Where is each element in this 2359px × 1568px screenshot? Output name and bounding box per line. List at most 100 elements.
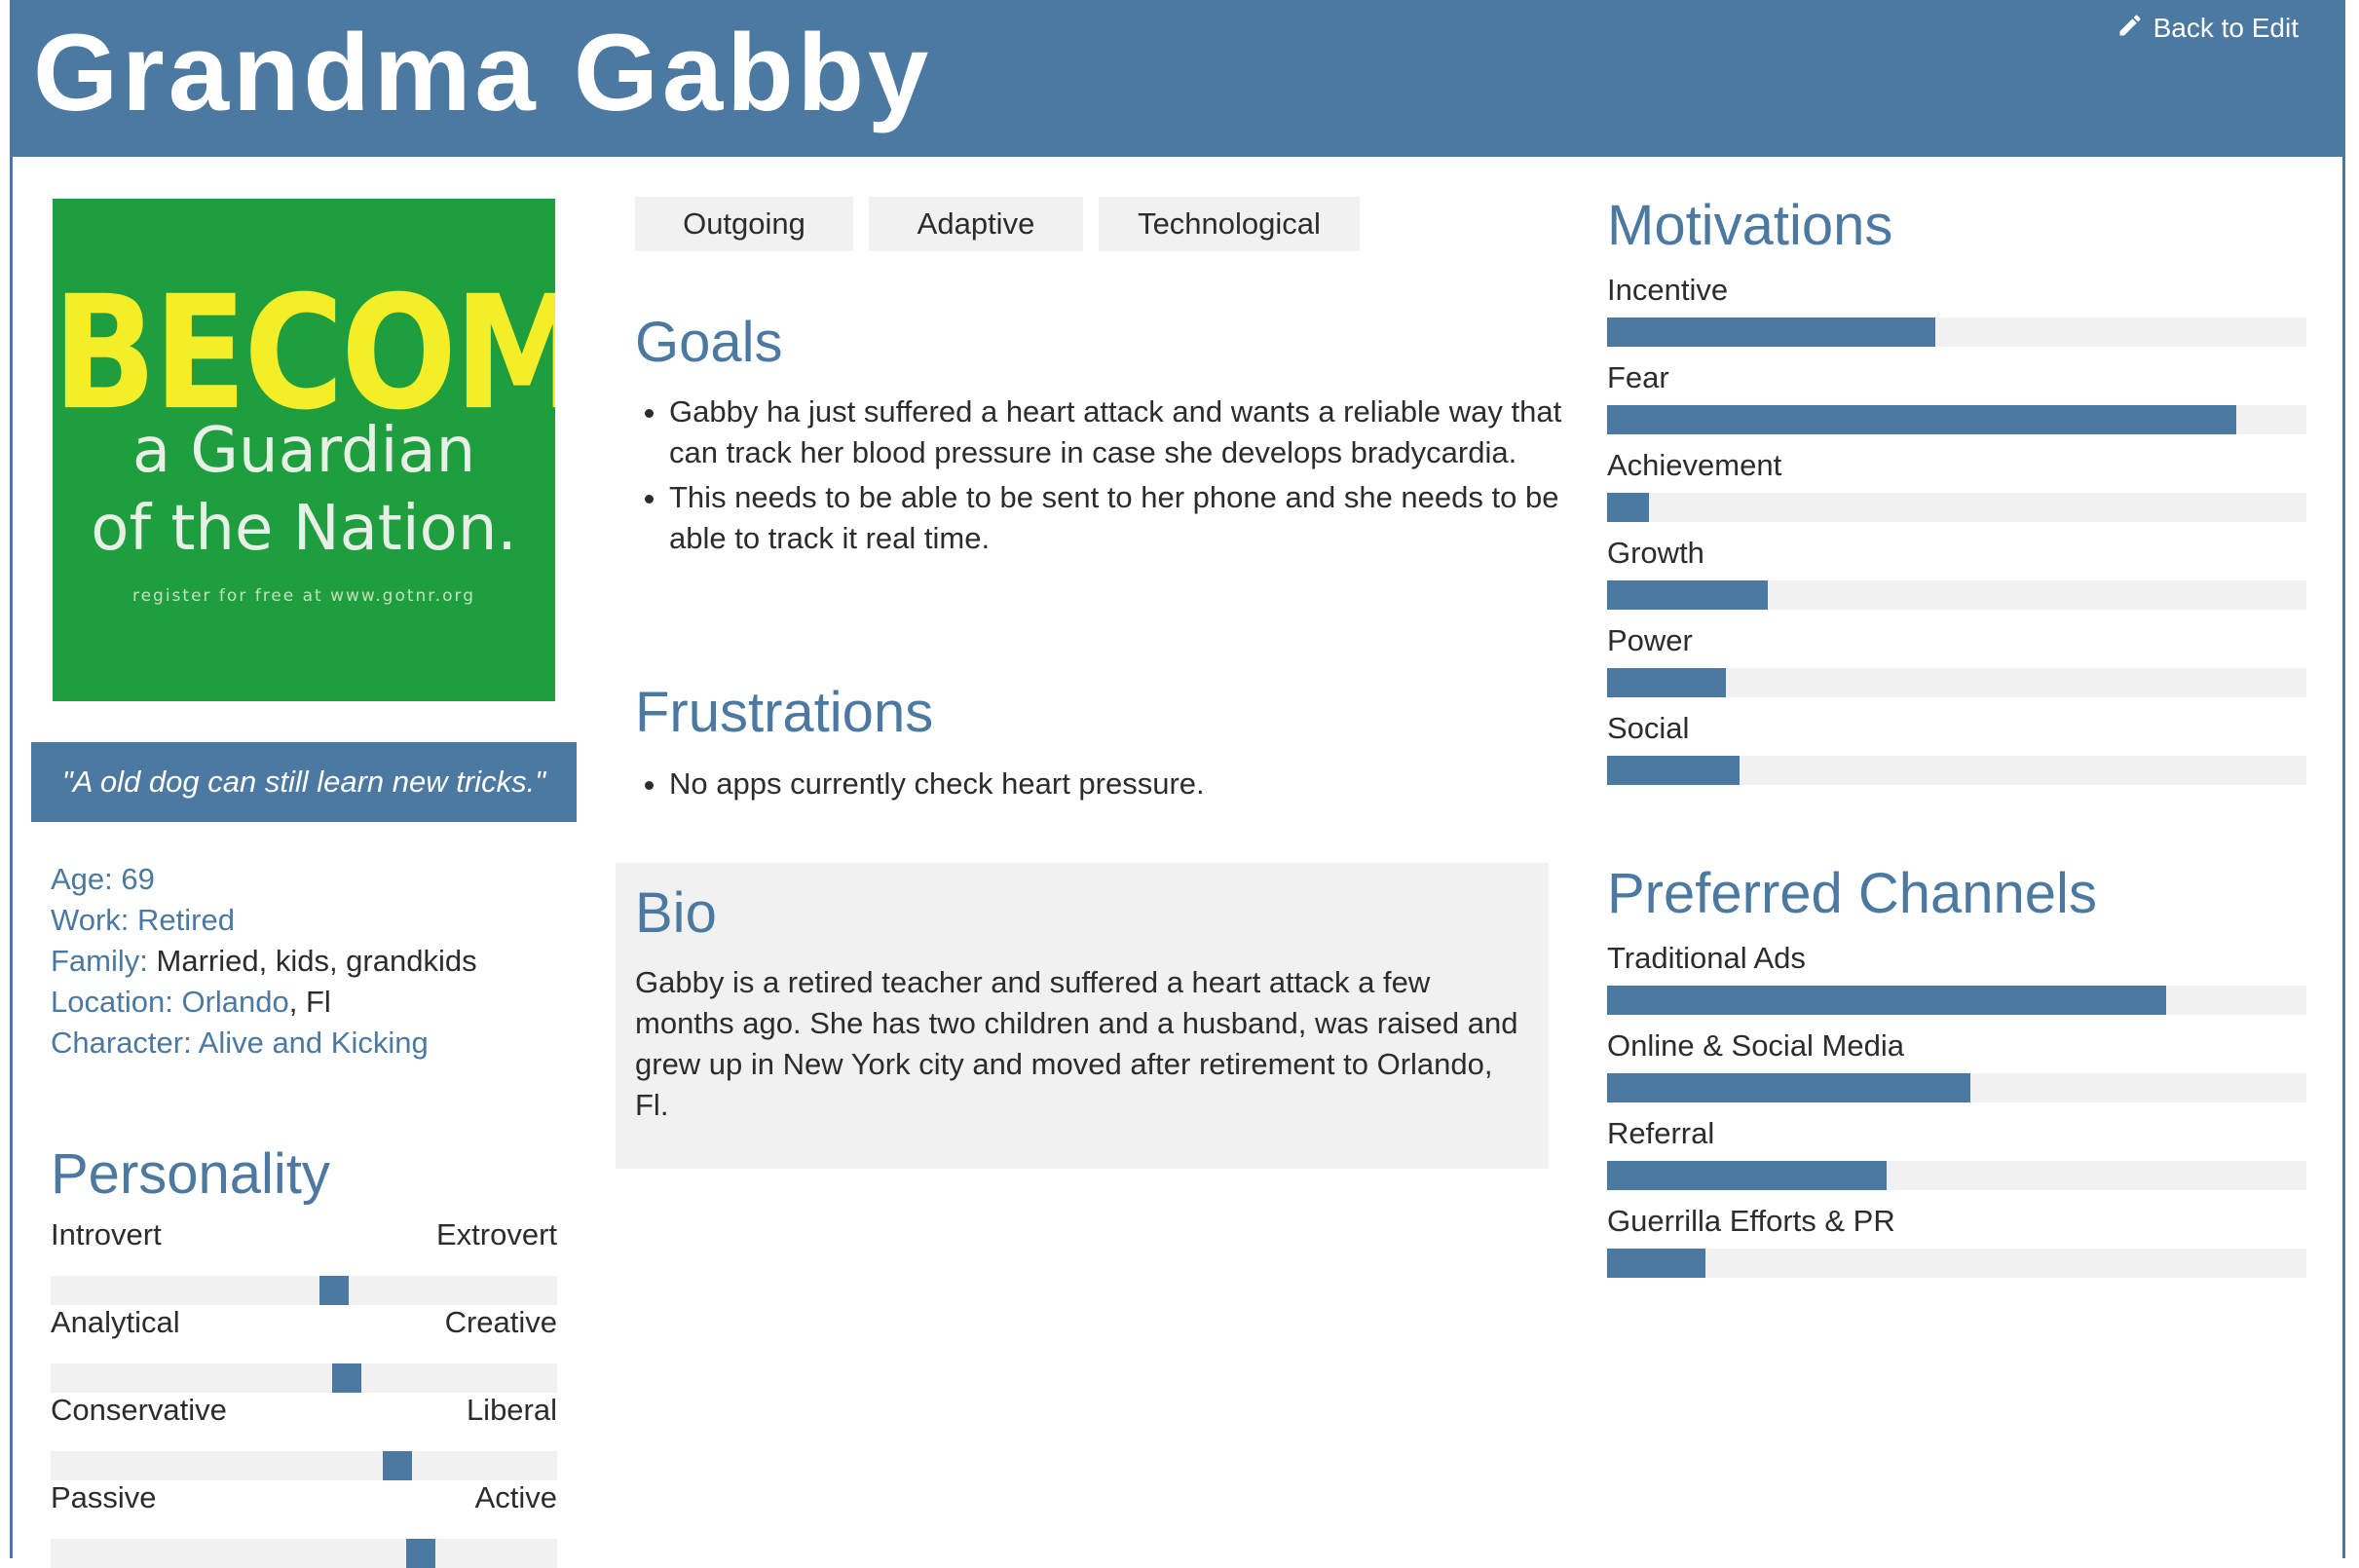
fact-age-value: 69 <box>121 862 155 896</box>
trait-left-label: Analytical <box>51 1305 180 1339</box>
motivation-fill <box>1607 756 1741 785</box>
motivation-fill <box>1607 493 1650 522</box>
personality-row: Passive Active <box>51 1480 557 1568</box>
fact-location: Location: Orlando, Fl <box>51 982 577 1023</box>
motivation-fill <box>1607 580 1769 610</box>
trait-left-label: Passive <box>51 1480 157 1514</box>
motivation-track <box>1607 493 2306 522</box>
channel-label: Online & Social Media <box>1607 1028 1904 1063</box>
motivation-track <box>1607 405 2306 434</box>
motivation-track <box>1607 668 2306 697</box>
trait-slider-thumb <box>383 1451 413 1480</box>
trait-slider-track <box>51 1539 557 1568</box>
motivation-label: Social <box>1607 711 1690 745</box>
channel-row: Traditional Ads <box>1607 939 2306 1015</box>
list-item: Gabby ha just suffered a heart attack an… <box>669 392 1594 473</box>
photo-small-text: register for free at www.gotnr.org <box>131 586 476 606</box>
channel-fill <box>1607 986 2167 1015</box>
motivation-label: Growth <box>1607 536 1704 570</box>
motivation-track <box>1607 756 2306 785</box>
trait-right-label: Extrovert <box>435 1217 557 1251</box>
personality-heading: Personality <box>51 1142 330 1206</box>
persona-facts: Age: 69 Work: Retired Family: Married, k… <box>51 859 577 1064</box>
frustrations-list: No apps currently check heart pressure. <box>635 764 1594 808</box>
fact-location-key: Location: <box>51 985 173 1019</box>
motivation-fill <box>1607 405 2237 434</box>
fact-family-key: Family: <box>51 944 148 978</box>
trait-left-label: Conservative <box>51 1393 227 1427</box>
motivation-row: Fear <box>1607 358 2306 434</box>
personality-row: Analytical Creative <box>51 1305 557 1393</box>
channel-label: Referral <box>1607 1116 1715 1150</box>
motivation-row: Social <box>1607 709 2306 785</box>
channel-fill <box>1607 1249 1705 1278</box>
pencil-icon <box>2116 12 2144 46</box>
personality-row: Conservative Liberal <box>51 1393 557 1480</box>
fact-location-state: , Fl <box>288 985 331 1019</box>
header-bar: Grandma Gabby Back to Edit <box>10 0 2345 157</box>
motivation-label: Power <box>1607 623 1693 657</box>
channel-track <box>1607 1073 2306 1102</box>
fact-family-value: Married, kids, grandkids <box>156 944 477 978</box>
photo-line-2: a Guardian <box>131 415 476 487</box>
motivation-track <box>1607 317 2306 347</box>
fact-character-value: Alive and Kicking <box>198 1026 429 1060</box>
bio-heading: Bio <box>635 881 717 945</box>
persona-name: Grandma Gabby <box>33 12 933 133</box>
channel-fill <box>1607 1073 1971 1102</box>
fact-age: Age: 69 <box>51 859 577 900</box>
trait-slider-track <box>51 1451 557 1480</box>
fact-work: Work: Retired <box>51 900 577 941</box>
motivation-track <box>1607 580 2306 610</box>
motivation-label: Fear <box>1607 360 1669 394</box>
persona-photo: BECOME a Guardian of the Nation. registe… <box>53 199 555 701</box>
trait-slider-thumb <box>319 1276 350 1305</box>
trait-slider-track <box>51 1363 557 1393</box>
channel-track <box>1607 1161 2306 1190</box>
motivation-row: Incentive <box>1607 271 2306 347</box>
trait-right-label: Liberal <box>466 1393 557 1427</box>
frustrations-heading: Frustrations <box>635 681 934 744</box>
list-item: No apps currently check heart pressure. <box>669 764 1594 804</box>
trait-right-label: Active <box>474 1480 557 1514</box>
motivation-row: Achievement <box>1607 446 2306 522</box>
tag-chip: Outgoing <box>635 197 853 251</box>
motivation-fill <box>1607 668 1727 697</box>
motivation-label: Achievement <box>1607 448 1782 482</box>
list-item: This needs to be able to be sent to her … <box>669 477 1594 559</box>
fact-work-key: Work: <box>51 903 130 937</box>
fact-location-city: Orlando <box>181 985 289 1019</box>
channel-track <box>1607 986 2306 1015</box>
fact-character: Character: Alive and Kicking <box>51 1023 577 1064</box>
motivation-row: Growth <box>1607 534 2306 610</box>
channel-row: Referral <box>1607 1114 2306 1190</box>
persona-quote: "A old dog can still learn new tricks." <box>31 742 577 822</box>
bio-text: Gabby is a retired teacher and suffered … <box>635 965 1518 1122</box>
channel-label: Guerrilla Efforts & PR <box>1607 1204 1895 1238</box>
channel-track <box>1607 1249 2306 1278</box>
motivations-heading: Motivations <box>1607 194 1893 257</box>
fact-family: Family: Married, kids, grandkids <box>51 941 577 982</box>
motivation-fill <box>1607 317 1936 347</box>
channel-fill <box>1607 1161 1888 1190</box>
photo-line-3: of the Nation. <box>91 493 517 565</box>
tag-chip: Technological <box>1099 197 1360 251</box>
goals-heading: Goals <box>635 311 783 374</box>
tag-chip: Adaptive <box>869 197 1083 251</box>
trait-slider-track <box>51 1276 557 1305</box>
back-to-edit-label: Back to Edit <box>2153 13 2299 43</box>
personality-row: Introvert Extrovert <box>51 1217 557 1305</box>
preferred-channels-heading: Preferred Channels <box>1607 862 2097 925</box>
goals-list: Gabby ha just suffered a heart attack an… <box>635 392 1594 563</box>
trait-slider-thumb <box>332 1363 362 1393</box>
back-to-edit-button[interactable]: Back to Edit <box>2100 0 2316 56</box>
fact-character-key: Character: <box>51 1026 192 1060</box>
fact-age-key: Age: <box>51 862 113 896</box>
motivation-row: Power <box>1607 621 2306 697</box>
trait-left-label: Introvert <box>51 1217 162 1251</box>
channel-row: Guerrilla Efforts & PR <box>1607 1202 2306 1278</box>
fact-work-value: Retired <box>137 903 235 937</box>
persona-tags: Outgoing Adaptive Technological <box>635 197 1360 251</box>
bio-panel: Bio Gabby is a retired teacher and suffe… <box>616 863 1549 1169</box>
trait-right-label: Creative <box>444 1305 557 1339</box>
